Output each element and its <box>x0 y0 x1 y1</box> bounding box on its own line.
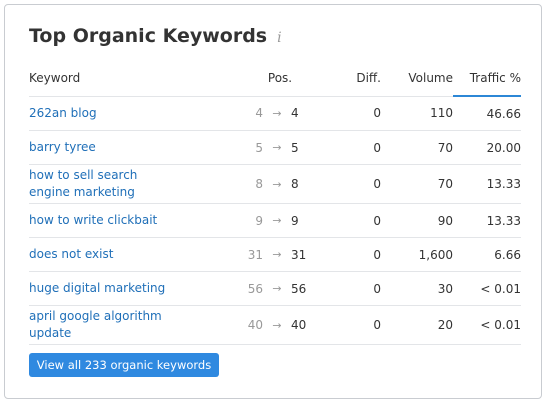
keyword-link[interactable]: huge digital marketing <box>29 280 165 297</box>
header-traffic-sorted[interactable]: Traffic % <box>453 61 521 97</box>
current-position: 4 <box>291 96 321 131</box>
previous-position: 4 <box>239 96 263 131</box>
table-row: april google algorithm update 40 → 40 0 20 < 0… <box>29 305 521 345</box>
traffic-value: 13.33 <box>453 164 521 204</box>
table-row: how to sell search engine marketing 8 → 8 0 7… <box>29 164 521 204</box>
current-position: 40 <box>291 305 321 345</box>
keyword-cell: does not exist <box>29 237 239 272</box>
traffic-value: < 0.01 <box>453 305 521 345</box>
widget-header: Top Organic Keywords i <box>29 24 282 48</box>
current-position: 8 <box>291 164 321 204</box>
keywords-table: Keyword Pos. Diff. Volume Traffic % 262a… <box>29 61 521 345</box>
traffic-value: 46.66 <box>453 96 521 131</box>
difficulty-value: 0 <box>321 130 381 165</box>
difficulty-value: 0 <box>321 271 381 306</box>
previous-position: 56 <box>239 271 263 306</box>
previous-position: 31 <box>239 237 263 272</box>
position-change-arrow-icon: → <box>263 130 291 165</box>
volume-value: 20 <box>381 305 453 345</box>
previous-position: 5 <box>239 130 263 165</box>
table-row: huge digital marketing 56 → 56 0 30 < 0.01 <box>29 271 521 306</box>
position-change-arrow-icon: → <box>263 203 291 238</box>
traffic-value: 20.00 <box>453 130 521 165</box>
table-row: barry tyree 5 → 5 0 70 20.00 <box>29 130 521 165</box>
previous-position: 40 <box>239 305 263 345</box>
traffic-value: < 0.01 <box>453 271 521 306</box>
header-keyword[interactable]: Keyword <box>29 61 239 97</box>
position-change-arrow-icon: → <box>263 164 291 204</box>
current-position: 5 <box>291 130 321 165</box>
current-position: 31 <box>291 237 321 272</box>
header-position[interactable]: Pos. <box>239 61 321 97</box>
position-change-arrow-icon: → <box>263 237 291 272</box>
volume-value: 1,600 <box>381 237 453 272</box>
table-header-row: Keyword Pos. Diff. Volume Traffic % <box>29 61 521 97</box>
volume-value: 30 <box>381 271 453 306</box>
keyword-link[interactable]: 262an blog <box>29 105 97 122</box>
position-change-arrow-icon: → <box>263 305 291 345</box>
current-position: 56 <box>291 271 321 306</box>
previous-position: 8 <box>239 164 263 204</box>
keyword-link[interactable]: how to write clickbait <box>29 212 157 229</box>
difficulty-value: 0 <box>321 164 381 204</box>
difficulty-value: 0 <box>321 237 381 272</box>
keyword-link[interactable]: barry tyree <box>29 139 96 156</box>
widget-title: Top Organic Keywords <box>29 25 268 47</box>
position-change-arrow-icon: → <box>263 96 291 131</box>
table-row: how to write clickbait 9 → 9 0 90 13.33 <box>29 203 521 238</box>
difficulty-value: 0 <box>321 96 381 131</box>
volume-value: 90 <box>381 203 453 238</box>
table-row: 262an blog 4 → 4 0 110 46.66 <box>29 96 521 131</box>
position-change-arrow-icon: → <box>263 271 291 306</box>
keyword-cell: how to write clickbait <box>29 203 239 238</box>
info-icon[interactable]: i <box>277 30 281 46</box>
volume-value: 110 <box>381 96 453 131</box>
keyword-cell: 262an blog <box>29 96 239 131</box>
keyword-cell: huge digital marketing <box>29 271 239 306</box>
keyword-link[interactable]: april google algorithm update <box>29 308 179 342</box>
keyword-cell: barry tyree <box>29 130 239 165</box>
header-volume[interactable]: Volume <box>381 61 453 97</box>
keyword-cell: april google algorithm update <box>29 305 239 345</box>
view-all-keywords-button[interactable]: View all 233 organic keywords <box>29 353 219 377</box>
traffic-value: 6.66 <box>453 237 521 272</box>
difficulty-value: 0 <box>321 305 381 345</box>
table-row: does not exist 31 → 31 0 1,600 6.66 <box>29 237 521 272</box>
volume-value: 70 <box>381 130 453 165</box>
difficulty-value: 0 <box>321 203 381 238</box>
volume-value: 70 <box>381 164 453 204</box>
keyword-link[interactable]: how to sell search engine marketing <box>29 167 179 201</box>
header-difficulty[interactable]: Diff. <box>321 61 381 97</box>
current-position: 9 <box>291 203 321 238</box>
keyword-link[interactable]: does not exist <box>29 246 113 263</box>
previous-position: 9 <box>239 203 263 238</box>
top-organic-keywords-widget: Top Organic Keywords i Keyword Pos. Diff… <box>4 4 542 399</box>
traffic-value: 13.33 <box>453 203 521 238</box>
keyword-cell: how to sell search engine marketing <box>29 164 239 204</box>
